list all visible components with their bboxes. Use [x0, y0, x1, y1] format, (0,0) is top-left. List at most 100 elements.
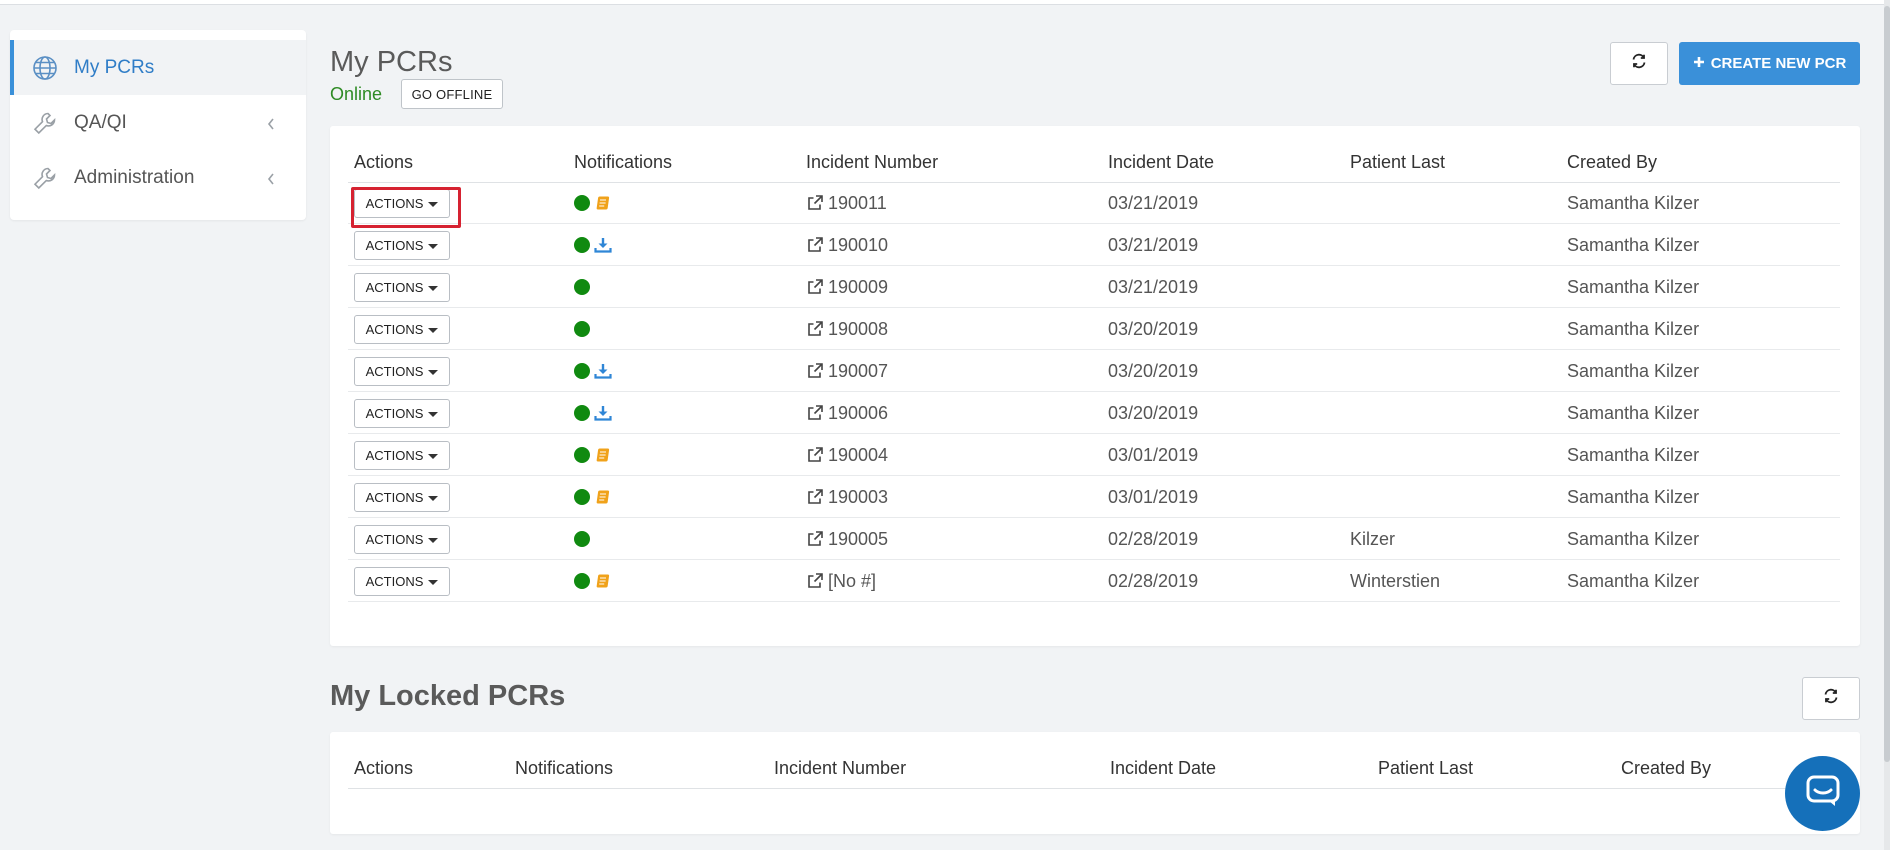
note-icon: [594, 489, 610, 505]
column-header-incident-date: Incident Date: [1110, 758, 1217, 778]
status-dot: [574, 237, 590, 253]
actions-dropdown-button[interactable]: ACTIONS: [354, 189, 450, 218]
chevron-left-icon: [266, 170, 276, 185]
column-header-incident-number: Incident Number: [774, 758, 907, 778]
sidebar-item-administration[interactable]: Administration: [10, 150, 306, 205]
incident-number: 190004: [828, 444, 889, 465]
table-row: ACTIONS 190004 03/01/2019 Samantha Kilze…: [348, 434, 1840, 476]
sidebar-item-my-pcrs[interactable]: My PCRs: [10, 40, 306, 95]
actions-dropdown-button[interactable]: ACTIONS: [354, 399, 450, 428]
column-header-incident-number: Incident Number: [806, 152, 939, 172]
table-row: ACTIONS [No #] 02/28/2019 Winterstien Sa…: [348, 560, 1840, 602]
created-by: Samantha Kilzer: [1567, 402, 1700, 423]
column-header-created-by: Created By: [1567, 152, 1658, 172]
sidebar: My PCRs QA/QI Administration: [10, 30, 306, 220]
external-link-icon: [806, 404, 824, 422]
created-by: Samantha Kilzer: [1567, 444, 1700, 465]
actions-dropdown-button[interactable]: ACTIONS: [354, 315, 450, 344]
actions-dropdown-button[interactable]: ACTIONS: [354, 525, 450, 554]
page-scrollbar[interactable]: [1884, 0, 1890, 850]
notifications-cell: [574, 308, 590, 350]
table-row: ACTIONS 190008 03/20/2019 Samantha Kilze…: [348, 308, 1840, 350]
header-divider: [348, 788, 1788, 789]
table-row: ACTIONS 190006 03/20/2019 Samantha Kilze…: [348, 392, 1840, 434]
status-dot: [574, 363, 590, 379]
incident-date: 03/21/2019: [1108, 192, 1199, 213]
sidebar-item-label: My PCRs: [74, 56, 155, 78]
incident-date: 03/20/2019: [1108, 402, 1199, 423]
incident-number-link[interactable]: 190009: [806, 266, 888, 308]
notifications-cell: [574, 392, 612, 434]
note-icon: [594, 573, 610, 589]
notifications-cell: [574, 224, 612, 266]
create-new-pcr-button[interactable]: CREATE NEW PCR: [1679, 42, 1860, 85]
locked-pcr-table-card: Actions Notifications Incident Number In…: [330, 732, 1860, 834]
chat-icon: [1805, 774, 1841, 813]
wrench-icon: [32, 110, 58, 136]
external-link-icon: [806, 194, 824, 212]
incident-date: 03/01/2019: [1108, 444, 1199, 465]
chat-launcher-button[interactable]: [1785, 756, 1860, 831]
notifications-cell: [574, 182, 610, 224]
incident-number: 190008: [828, 318, 889, 339]
actions-dropdown-button[interactable]: ACTIONS: [354, 273, 450, 302]
actions-dropdown-button[interactable]: ACTIONS: [354, 567, 450, 596]
patient-last: Winterstien: [1350, 570, 1441, 591]
incident-number-link[interactable]: 190004: [806, 434, 888, 476]
incident-number: [No #]: [828, 570, 877, 591]
actions-dropdown-button[interactable]: ACTIONS: [354, 231, 450, 260]
incident-number-link[interactable]: 190011: [806, 182, 887, 224]
incident-number-link[interactable]: 190007: [806, 350, 888, 392]
column-header-created-by: Created By: [1621, 758, 1712, 778]
status-dot: [574, 195, 590, 211]
table-row: ACTIONS 190003 03/01/2019 Samantha Kilze…: [348, 476, 1840, 518]
incident-date: 02/28/2019: [1108, 528, 1199, 549]
external-link-icon: [806, 446, 824, 464]
column-header-notifications: Notifications: [574, 152, 673, 172]
created-by: Samantha Kilzer: [1567, 234, 1700, 255]
incident-number-link[interactable]: 190003: [806, 476, 888, 518]
created-by: Samantha Kilzer: [1567, 360, 1700, 381]
status-dot: [574, 489, 590, 505]
refresh-button[interactable]: [1610, 42, 1668, 85]
incident-number-link[interactable]: 190006: [806, 392, 888, 434]
incident-number: 190007: [828, 360, 889, 381]
go-offline-button[interactable]: GO OFFLINE: [401, 79, 503, 109]
actions-label: ACTIONS: [365, 574, 424, 589]
incident-number-link[interactable]: [No #]: [806, 560, 876, 602]
download-icon: [594, 363, 612, 379]
caret-down-icon: [428, 286, 439, 291]
external-link-icon: [806, 320, 824, 338]
sidebar-item-qa-qi[interactable]: QA/QI: [10, 95, 306, 150]
caret-down-icon: [428, 244, 439, 249]
refresh-icon: [1631, 53, 1647, 74]
column-header-actions: Actions: [354, 152, 414, 172]
sidebar-item-label: QA/QI: [74, 111, 127, 133]
incident-number: 190009: [828, 276, 889, 297]
column-header-notifications: Notifications: [515, 758, 614, 778]
incident-number-link[interactable]: 190010: [806, 224, 888, 266]
actions-dropdown-button[interactable]: ACTIONS: [354, 483, 450, 512]
incident-number: 190010: [828, 234, 889, 255]
actions-dropdown-button[interactable]: ACTIONS: [354, 357, 450, 386]
notifications-cell: [574, 560, 610, 602]
actions-label: ACTIONS: [365, 238, 424, 253]
incident-number-link[interactable]: 190005: [806, 518, 888, 560]
notifications-cell: [574, 476, 610, 518]
incident-number-link[interactable]: 190008: [806, 308, 888, 350]
column-header-patient-last: Patient Last: [1378, 758, 1474, 778]
pcr-table-card: Actions Notifications Incident Number In…: [330, 126, 1860, 646]
caret-down-icon: [428, 412, 439, 417]
created-by: Samantha Kilzer: [1567, 570, 1700, 591]
external-link-icon: [806, 236, 824, 254]
created-by: Samantha Kilzer: [1567, 192, 1700, 213]
actions-label: ACTIONS: [365, 364, 424, 379]
locked-refresh-button[interactable]: [1802, 677, 1860, 720]
actions-dropdown-button[interactable]: ACTIONS: [354, 441, 450, 470]
status-dot: [574, 531, 590, 547]
scrollbar-thumb[interactable]: [1884, 6, 1890, 762]
caret-down-icon: [428, 538, 439, 543]
status-dot: [574, 279, 590, 295]
plus-icon: [1693, 55, 1705, 72]
download-icon: [594, 237, 612, 253]
